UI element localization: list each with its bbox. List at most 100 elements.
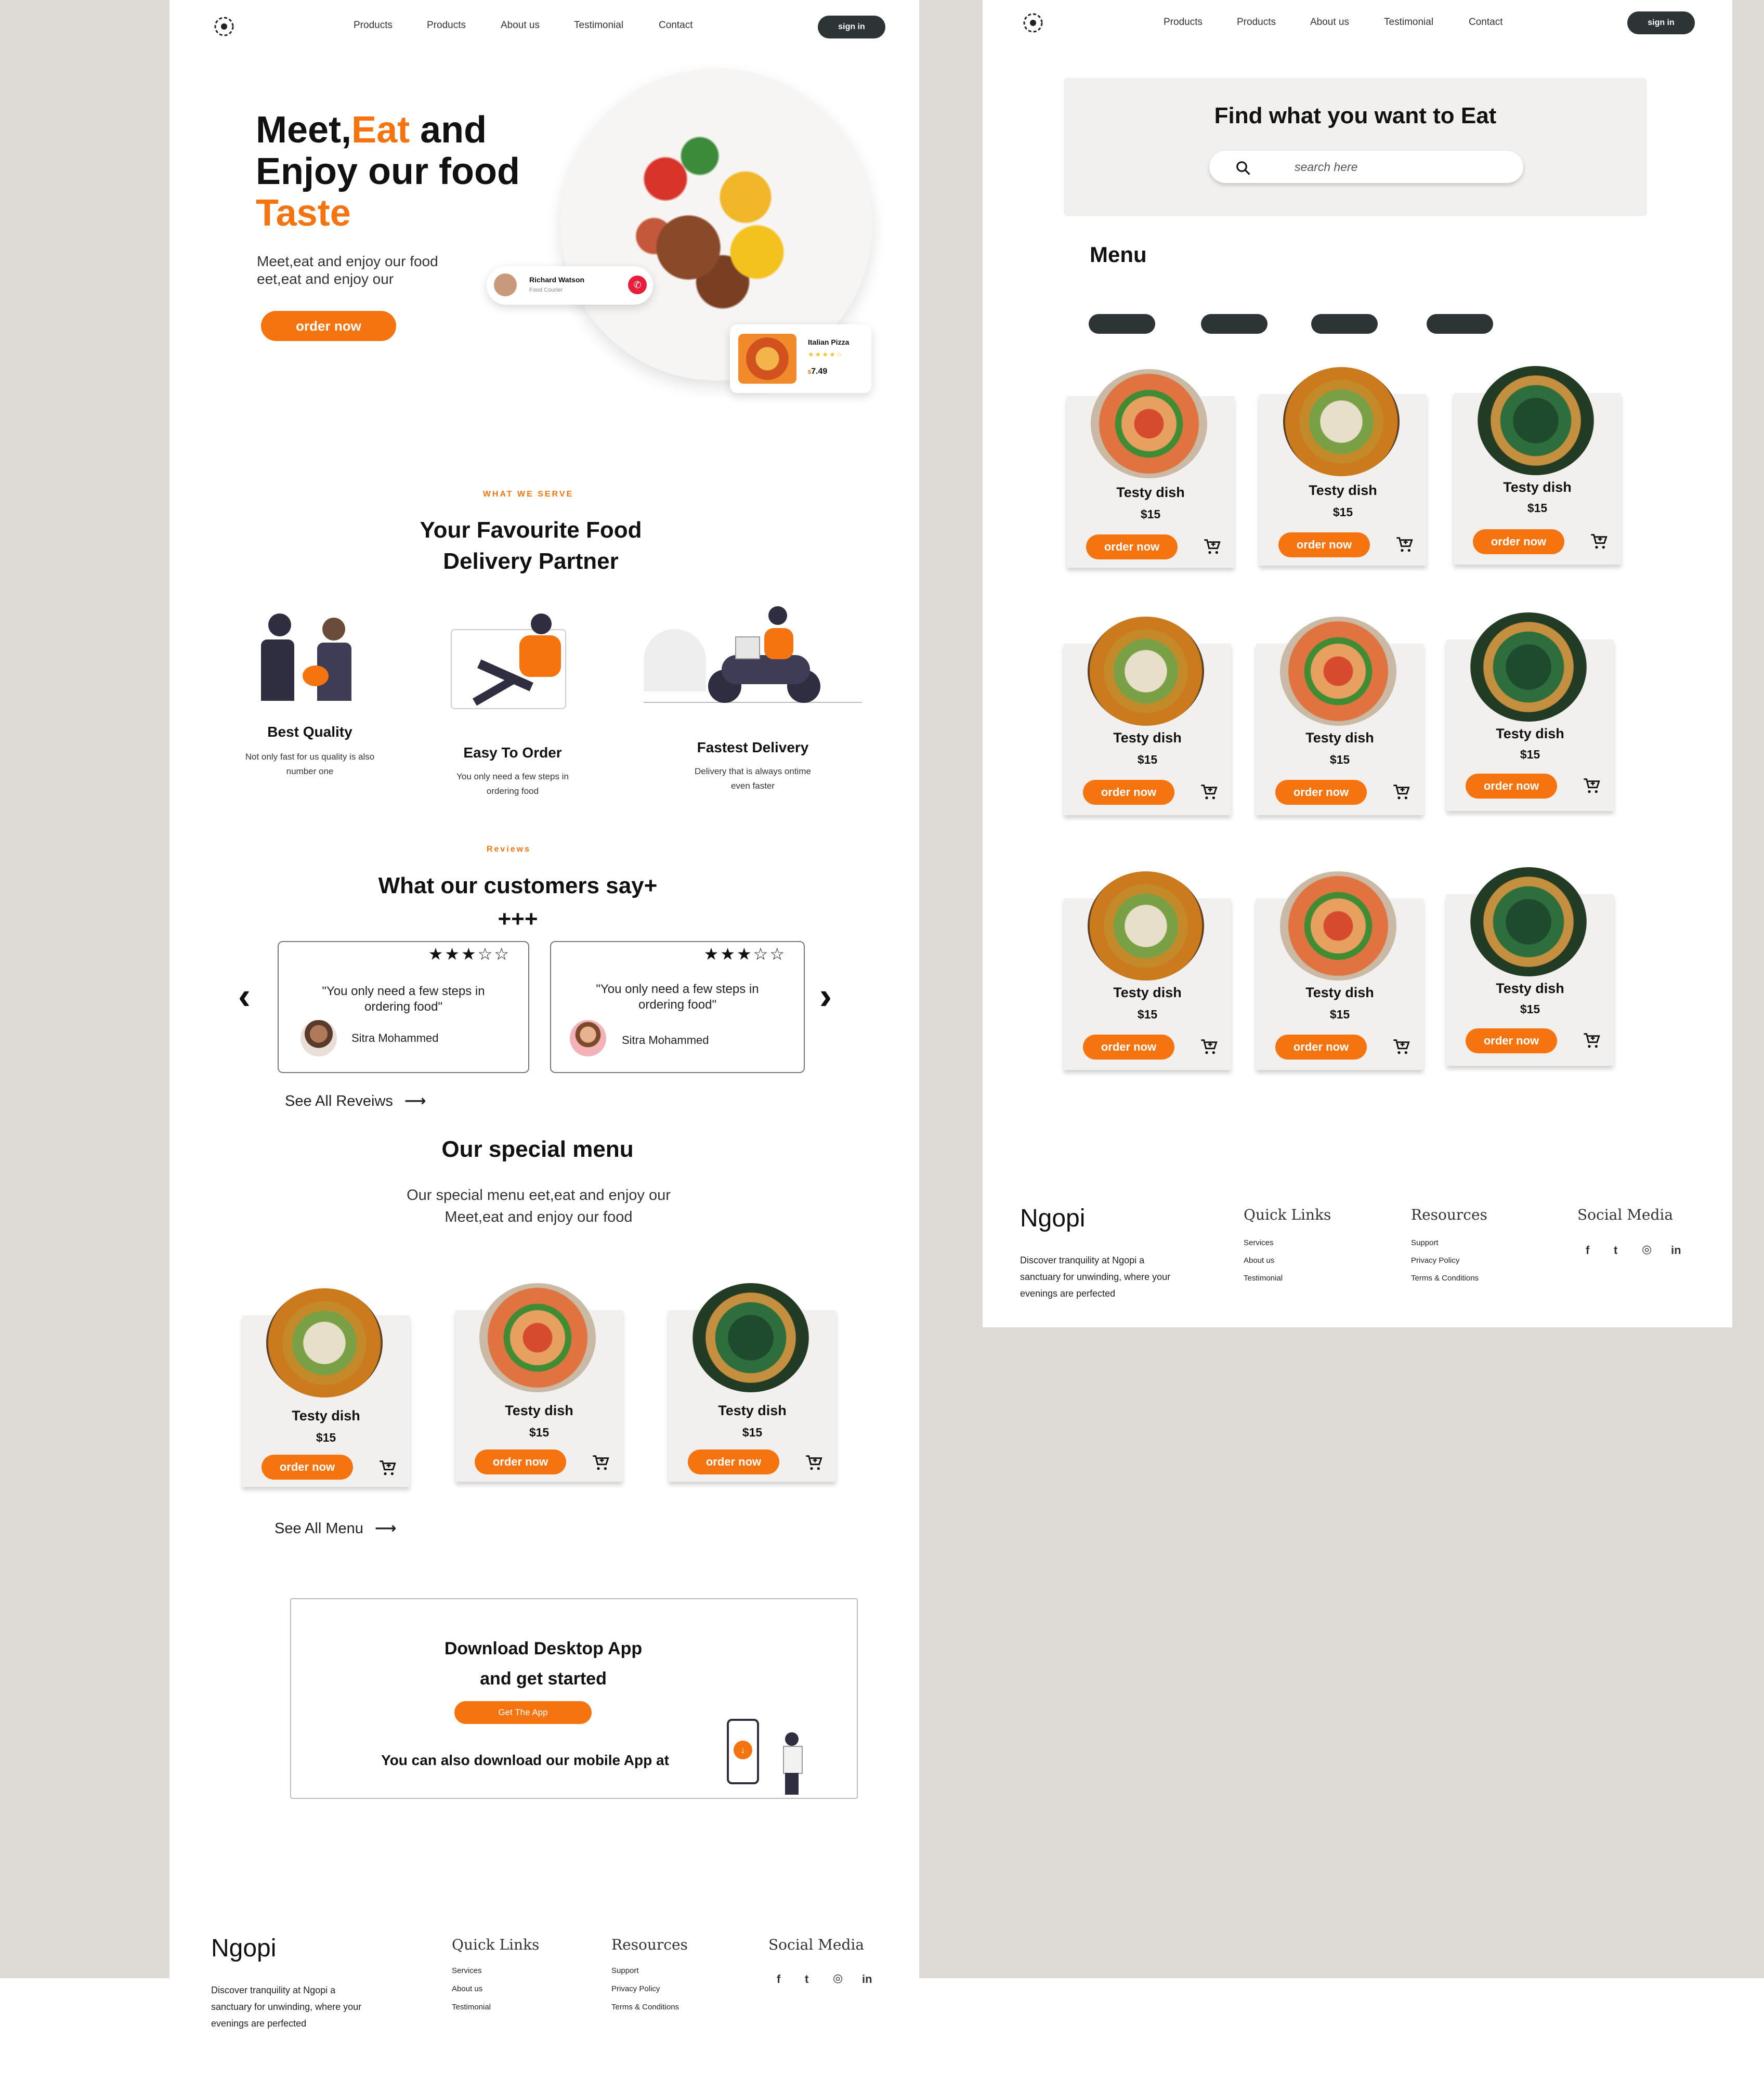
dish-image: [1470, 612, 1587, 722]
facebook-icon[interactable]: f: [777, 1973, 780, 1986]
menu-category-pill[interactable]: [1201, 314, 1268, 334]
instagram-icon[interactable]: ◎: [833, 1971, 843, 1985]
reviews-heading: What our customers say+ +++: [378, 873, 658, 932]
prev-arrow-icon[interactable]: ‹: [238, 977, 251, 1015]
hero-order-button[interactable]: order now: [261, 311, 396, 341]
dish-image: [1283, 367, 1400, 476]
order-now-button[interactable]: order now: [1473, 529, 1564, 554]
order-now-button[interactable]: order now: [1086, 534, 1178, 559]
dish-name: Testy dish: [1113, 730, 1182, 746]
dish-image: [266, 1288, 383, 1397]
cart-icon[interactable]: [378, 1460, 396, 1477]
quick-links-heading: Quick Links: [1244, 1206, 1331, 1223]
footer-link-support[interactable]: Support: [611, 1966, 639, 1975]
nav-contact[interactable]: Contact: [659, 20, 692, 31]
nav-products-2[interactable]: Products: [1237, 17, 1276, 28]
order-now-button[interactable]: order now: [1466, 1028, 1557, 1053]
landing-page: Products Products About us Testimonial C…: [169, 0, 919, 2077]
cart-icon[interactable]: [1583, 778, 1600, 794]
courier-role: Food Courier: [529, 287, 563, 293]
order-now-button[interactable]: order now: [1083, 1035, 1174, 1060]
menu-dish-card: Testy dish $15 order now: [1446, 867, 1614, 1066]
menu-dish-card: Testy dish $15 order now: [1064, 617, 1231, 815]
nav-products[interactable]: Products: [354, 20, 393, 31]
dish-name: Testy dish: [505, 1403, 573, 1418]
footer-link-support[interactable]: Support: [1411, 1238, 1439, 1247]
dish-name: Testy dish: [1496, 981, 1564, 996]
dish-price: $15: [742, 1426, 763, 1439]
order-now-button[interactable]: order now: [262, 1455, 353, 1480]
linkedin-icon[interactable]: in: [1671, 1244, 1681, 1257]
hero-subtitle: Meet,eat and enjoy our food eet,eat and …: [257, 253, 438, 287]
menu-category-pill[interactable]: [1427, 314, 1493, 334]
get-app-button[interactable]: Get The App: [454, 1701, 592, 1724]
dish-image: [1091, 369, 1207, 478]
footer-link-about[interactable]: About us: [452, 1984, 482, 1993]
cart-icon[interactable]: [1392, 1039, 1410, 1055]
nav-testimonial[interactable]: Testimonial: [574, 20, 623, 31]
facebook-icon[interactable]: f: [1586, 1244, 1589, 1257]
footer-link-terms[interactable]: Terms & Conditions: [611, 2003, 679, 2011]
nav-products[interactable]: Products: [1164, 17, 1203, 28]
dish-image: [479, 1283, 596, 1392]
footer-link-testimonial[interactable]: Testimonial: [452, 2003, 491, 2011]
dish-name: Testy dish: [1503, 479, 1572, 495]
cart-icon[interactable]: [1583, 1033, 1600, 1049]
courier-name: Richard Watson: [529, 276, 585, 284]
twitter-icon[interactable]: t: [805, 1973, 808, 1986]
footer-link-about[interactable]: About us: [1244, 1256, 1274, 1265]
see-all-reviews-link[interactable]: See All Reveiws ⟶: [285, 1092, 426, 1110]
dish-price: $15: [1137, 753, 1158, 766]
footer-link-terms[interactable]: Terms & Conditions: [1411, 1274, 1479, 1283]
search-icon[interactable]: [1235, 160, 1251, 176]
footer-link-services[interactable]: Services: [1244, 1238, 1274, 1247]
nav-products-2[interactable]: Products: [427, 20, 466, 31]
sign-in-button[interactable]: sign in: [818, 16, 885, 38]
cart-icon[interactable]: [1200, 1039, 1218, 1055]
cart-icon[interactable]: [1203, 539, 1221, 555]
order-now-button[interactable]: order now: [688, 1449, 779, 1474]
dish-name: Testy dish: [1309, 482, 1377, 498]
order-now-button[interactable]: order now: [1466, 774, 1557, 799]
instagram-icon[interactable]: ◎: [1642, 1243, 1652, 1256]
twitter-icon[interactable]: t: [1614, 1244, 1617, 1257]
order-now-button[interactable]: order now: [475, 1449, 566, 1474]
nav-about[interactable]: About us: [1310, 17, 1349, 28]
serve-eyebrow: WHAT WE SERVE: [482, 490, 574, 499]
cart-icon[interactable]: [805, 1455, 822, 1471]
order-now-button[interactable]: order now: [1083, 780, 1174, 805]
order-now-button[interactable]: order now: [1275, 1035, 1367, 1060]
phone-icon[interactable]: ✆: [628, 276, 647, 294]
footer-link-testimonial[interactable]: Testimonial: [1244, 1274, 1283, 1283]
menu-category-pill[interactable]: [1311, 314, 1378, 334]
logo-icon[interactable]: [214, 16, 234, 37]
dish-image: [692, 1283, 809, 1392]
cart-icon[interactable]: [1200, 784, 1218, 801]
footer-link-privacy[interactable]: Privacy Policy: [1411, 1256, 1459, 1265]
nav-contact[interactable]: Contact: [1469, 17, 1502, 28]
footer-link-privacy[interactable]: Privacy Policy: [611, 1984, 660, 1993]
nav-testimonial[interactable]: Testimonial: [1384, 17, 1433, 28]
dish-name: Testy dish: [1113, 985, 1182, 1000]
footer-link-services[interactable]: Services: [452, 1966, 482, 1975]
cart-icon[interactable]: [592, 1455, 609, 1471]
search-input[interactable]: search here: [1209, 151, 1523, 183]
cart-icon[interactable]: [1590, 533, 1608, 550]
linkedin-icon[interactable]: in: [862, 1973, 872, 1986]
nav-about[interactable]: About us: [501, 20, 540, 31]
next-arrow-icon[interactable]: ›: [819, 977, 832, 1015]
order-now-button[interactable]: order now: [1278, 532, 1370, 557]
reviews-eyebrow: Reviews: [486, 845, 531, 854]
dish-price: $15: [1520, 1002, 1540, 1016]
menu-category-pill[interactable]: [1089, 314, 1155, 334]
cart-icon[interactable]: [1395, 537, 1413, 553]
review-stars: ★★★☆☆: [428, 945, 511, 963]
sign-in-button[interactable]: sign in: [1627, 11, 1695, 34]
cart-icon[interactable]: [1392, 784, 1410, 801]
see-all-menu-link[interactable]: See All Menu ⟶: [275, 1519, 397, 1537]
order-now-button[interactable]: order now: [1275, 780, 1367, 805]
menu-page: Products Products About us Testimonial C…: [983, 0, 1732, 1327]
pizza-price: $7.49: [808, 367, 828, 376]
dish-name: Testy dish: [1305, 985, 1374, 1000]
logo-icon[interactable]: [1023, 12, 1043, 33]
